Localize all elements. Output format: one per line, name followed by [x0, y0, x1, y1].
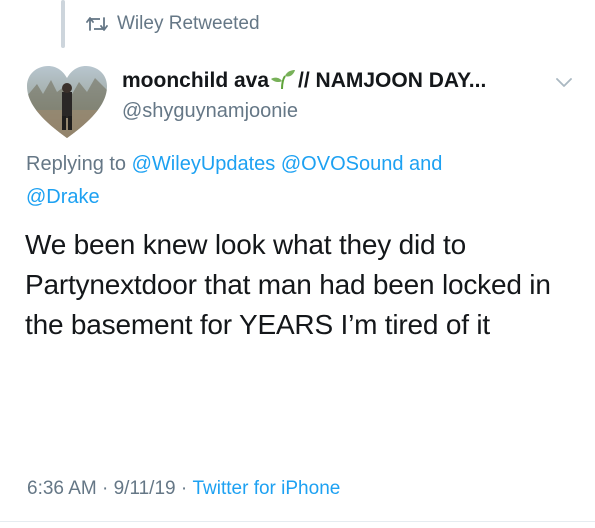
replying-prefix: Replying to — [26, 153, 127, 175]
divider — [0, 521, 595, 522]
meta-separator: · — [175, 478, 193, 499]
avatar[interactable] — [27, 66, 107, 140]
sprout-icon — [271, 69, 296, 94]
retweet-icon — [86, 16, 108, 32]
mention-and: and — [409, 153, 443, 175]
author-name-row[interactable]: moonchild ava // NAMJOON DAY... — [122, 66, 582, 96]
replying-to: Replying to @WileyUpdates @OVOSound and … — [26, 148, 566, 214]
author-handle[interactable]: @shyguynamjoonie — [122, 100, 298, 123]
retweet-indicator[interactable]: Wiley Retweeted — [86, 10, 260, 38]
tweet-source-link[interactable]: Twitter for iPhone — [192, 478, 340, 500]
chevron-down-icon[interactable] — [556, 75, 572, 93]
tweet-date: 9/11/19 — [113, 478, 176, 499]
tweet-meta: 6:36 AM · 9/11/19 · Twitter for iPhone — [27, 478, 340, 500]
tweet-text: We been knew look what they did to Party… — [25, 229, 551, 340]
mention-ovosound[interactable]: @OVOSound — [281, 153, 404, 175]
mention-wileyupdates[interactable]: @WileyUpdates — [132, 153, 276, 175]
author-name: moonchild ava — [122, 69, 270, 92]
meta-separator: · — [96, 478, 114, 499]
retweet-label: Wiley Retweeted — [117, 13, 260, 34]
tweet-time: 6:36 AM — [27, 478, 97, 499]
thread-line — [61, 0, 65, 48]
mention-drake[interactable]: @Drake — [26, 186, 100, 208]
author-name-suffix: // NAMJOON DAY... — [298, 69, 487, 92]
